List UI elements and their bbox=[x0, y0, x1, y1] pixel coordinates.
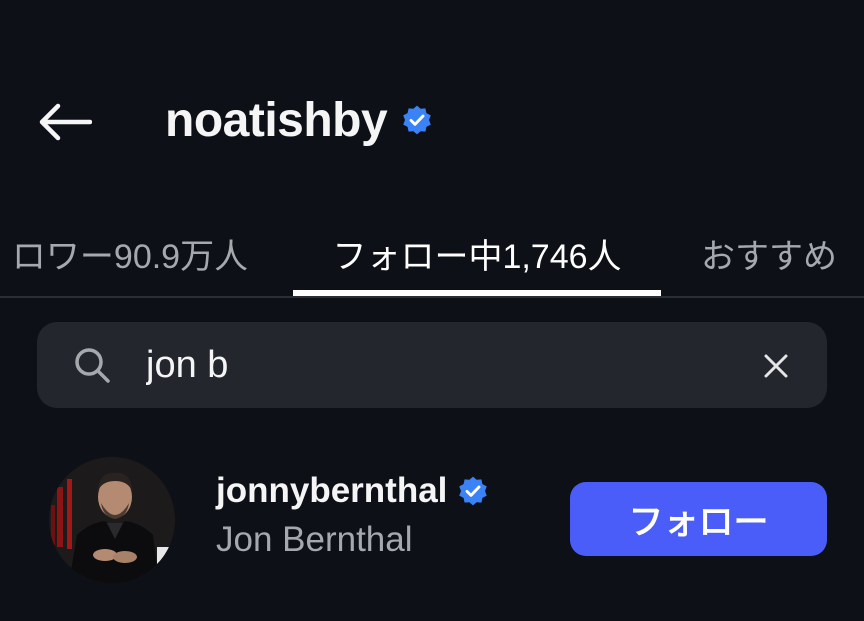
full-name: Jon Bernthal bbox=[216, 520, 413, 559]
follow-button[interactable]: フォロー bbox=[570, 482, 827, 556]
user-info[interactable]: jonnybernthal Jon Bernthal bbox=[216, 468, 489, 560]
header-title-group: noatishby bbox=[165, 88, 433, 152]
tab-suggested[interactable]: おすすめ bbox=[684, 210, 854, 296]
avatar[interactable] bbox=[49, 457, 175, 583]
close-icon bbox=[764, 354, 788, 378]
tab-following[interactable]: フォロー中1,746人 bbox=[294, 210, 660, 296]
follow-tabs: ロワー90.9万人 フォロー中1,746人 おすすめ bbox=[0, 210, 864, 298]
tab-followers[interactable]: ロワー90.9万人 bbox=[0, 210, 290, 296]
screen: noatishby ロワー90.9万人 フォロー中1,746人 おすすめ jon… bbox=[0, 0, 864, 621]
clear-search-button[interactable] bbox=[752, 342, 800, 390]
search-icon bbox=[75, 348, 110, 383]
verified-badge-icon bbox=[457, 475, 489, 507]
back-arrow-icon bbox=[39, 103, 92, 141]
page-title: noatishby bbox=[165, 93, 388, 147]
username-row: jonnybernthal bbox=[216, 468, 489, 514]
back-button[interactable] bbox=[30, 92, 98, 152]
verified-badge-icon bbox=[401, 104, 433, 136]
username: jonnybernthal bbox=[216, 471, 448, 510]
active-tab-indicator bbox=[293, 290, 661, 296]
search-input[interactable] bbox=[146, 336, 706, 394]
